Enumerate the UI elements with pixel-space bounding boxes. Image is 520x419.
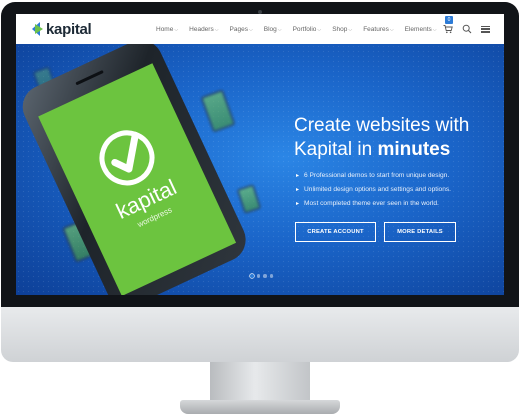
create-account-button[interactable]: CREATE ACCOUNT	[295, 222, 376, 242]
feature-list: 6 Professional demos to start from uniqu…	[296, 169, 501, 211]
cart-count-badge: 0	[445, 16, 453, 24]
monitor-chin	[1, 307, 519, 362]
menu-item-features[interactable]: Features⌵	[363, 26, 393, 33]
hamburger-menu-icon[interactable]	[481, 25, 490, 33]
hero-section: kapital wordpress Create websites with K…	[16, 44, 504, 295]
search-icon[interactable]	[462, 24, 472, 34]
chevron-down-icon: ⌵	[214, 26, 219, 33]
slider-dot[interactable]	[269, 274, 273, 278]
hero-title: Create websites with Kapital in minutes	[294, 114, 499, 162]
brand-name: kapital	[46, 20, 92, 38]
slider-dot[interactable]	[250, 274, 254, 278]
nav-icons: 0	[443, 14, 490, 44]
feature-item: Most completed theme ever seen in the wo…	[296, 197, 501, 211]
menu-item-headers[interactable]: Headers⌵	[189, 26, 218, 33]
hero-title-line2: Kapital in minutes	[294, 139, 451, 160]
hero-title-highlight: minutes	[377, 139, 451, 160]
slider-dot[interactable]	[256, 274, 260, 278]
chevron-down-icon: ⌵	[348, 26, 353, 33]
menu-item-blog[interactable]: Blog⌵	[264, 26, 282, 33]
chevron-down-icon: ⌵	[248, 26, 253, 33]
menu-item-home[interactable]: Home⌵	[156, 26, 178, 33]
monitor-stand-base	[180, 400, 340, 414]
phone-speaker	[75, 69, 104, 86]
menu-item-elements[interactable]: Elements⌵	[405, 26, 437, 33]
menu-item-shop[interactable]: Shop⌵	[332, 26, 352, 33]
logo[interactable]: kapital	[32, 20, 92, 38]
kapital-logo-icon	[32, 22, 43, 36]
cart-button[interactable]: 0	[443, 16, 453, 34]
chevron-down-icon: ⌵	[174, 26, 179, 33]
chevron-down-icon: ⌵	[432, 26, 437, 33]
chevron-down-icon: ⌵	[317, 26, 322, 33]
menu-item-pages[interactable]: Pages⌵	[230, 26, 253, 33]
feature-item: Unlimited design options and settings an…	[296, 183, 501, 197]
slider-pagination	[250, 274, 276, 278]
monitor-stand	[210, 362, 310, 402]
menu-item-portfolio[interactable]: Portfolio⌵	[293, 26, 322, 33]
website-screen: kapital Home⌵ Headers⌵ Pages⌵ Blog⌵ Port…	[16, 14, 504, 295]
chevron-down-icon: ⌵	[277, 26, 282, 33]
hero-title-line1: Create websites with	[294, 115, 470, 136]
cart-icon	[443, 25, 453, 34]
navbar: kapital Home⌵ Headers⌵ Pages⌵ Blog⌵ Port…	[16, 14, 504, 44]
slider-dot[interactable]	[263, 274, 267, 278]
more-details-button[interactable]: MORE DETAILS	[384, 222, 456, 242]
feature-item: 6 Professional demos to start from uniqu…	[296, 169, 501, 183]
chevron-down-icon: ⌵	[389, 26, 394, 33]
main-menu: Home⌵ Headers⌵ Pages⌵ Blog⌵ Portfolio⌵ S…	[156, 14, 448, 44]
